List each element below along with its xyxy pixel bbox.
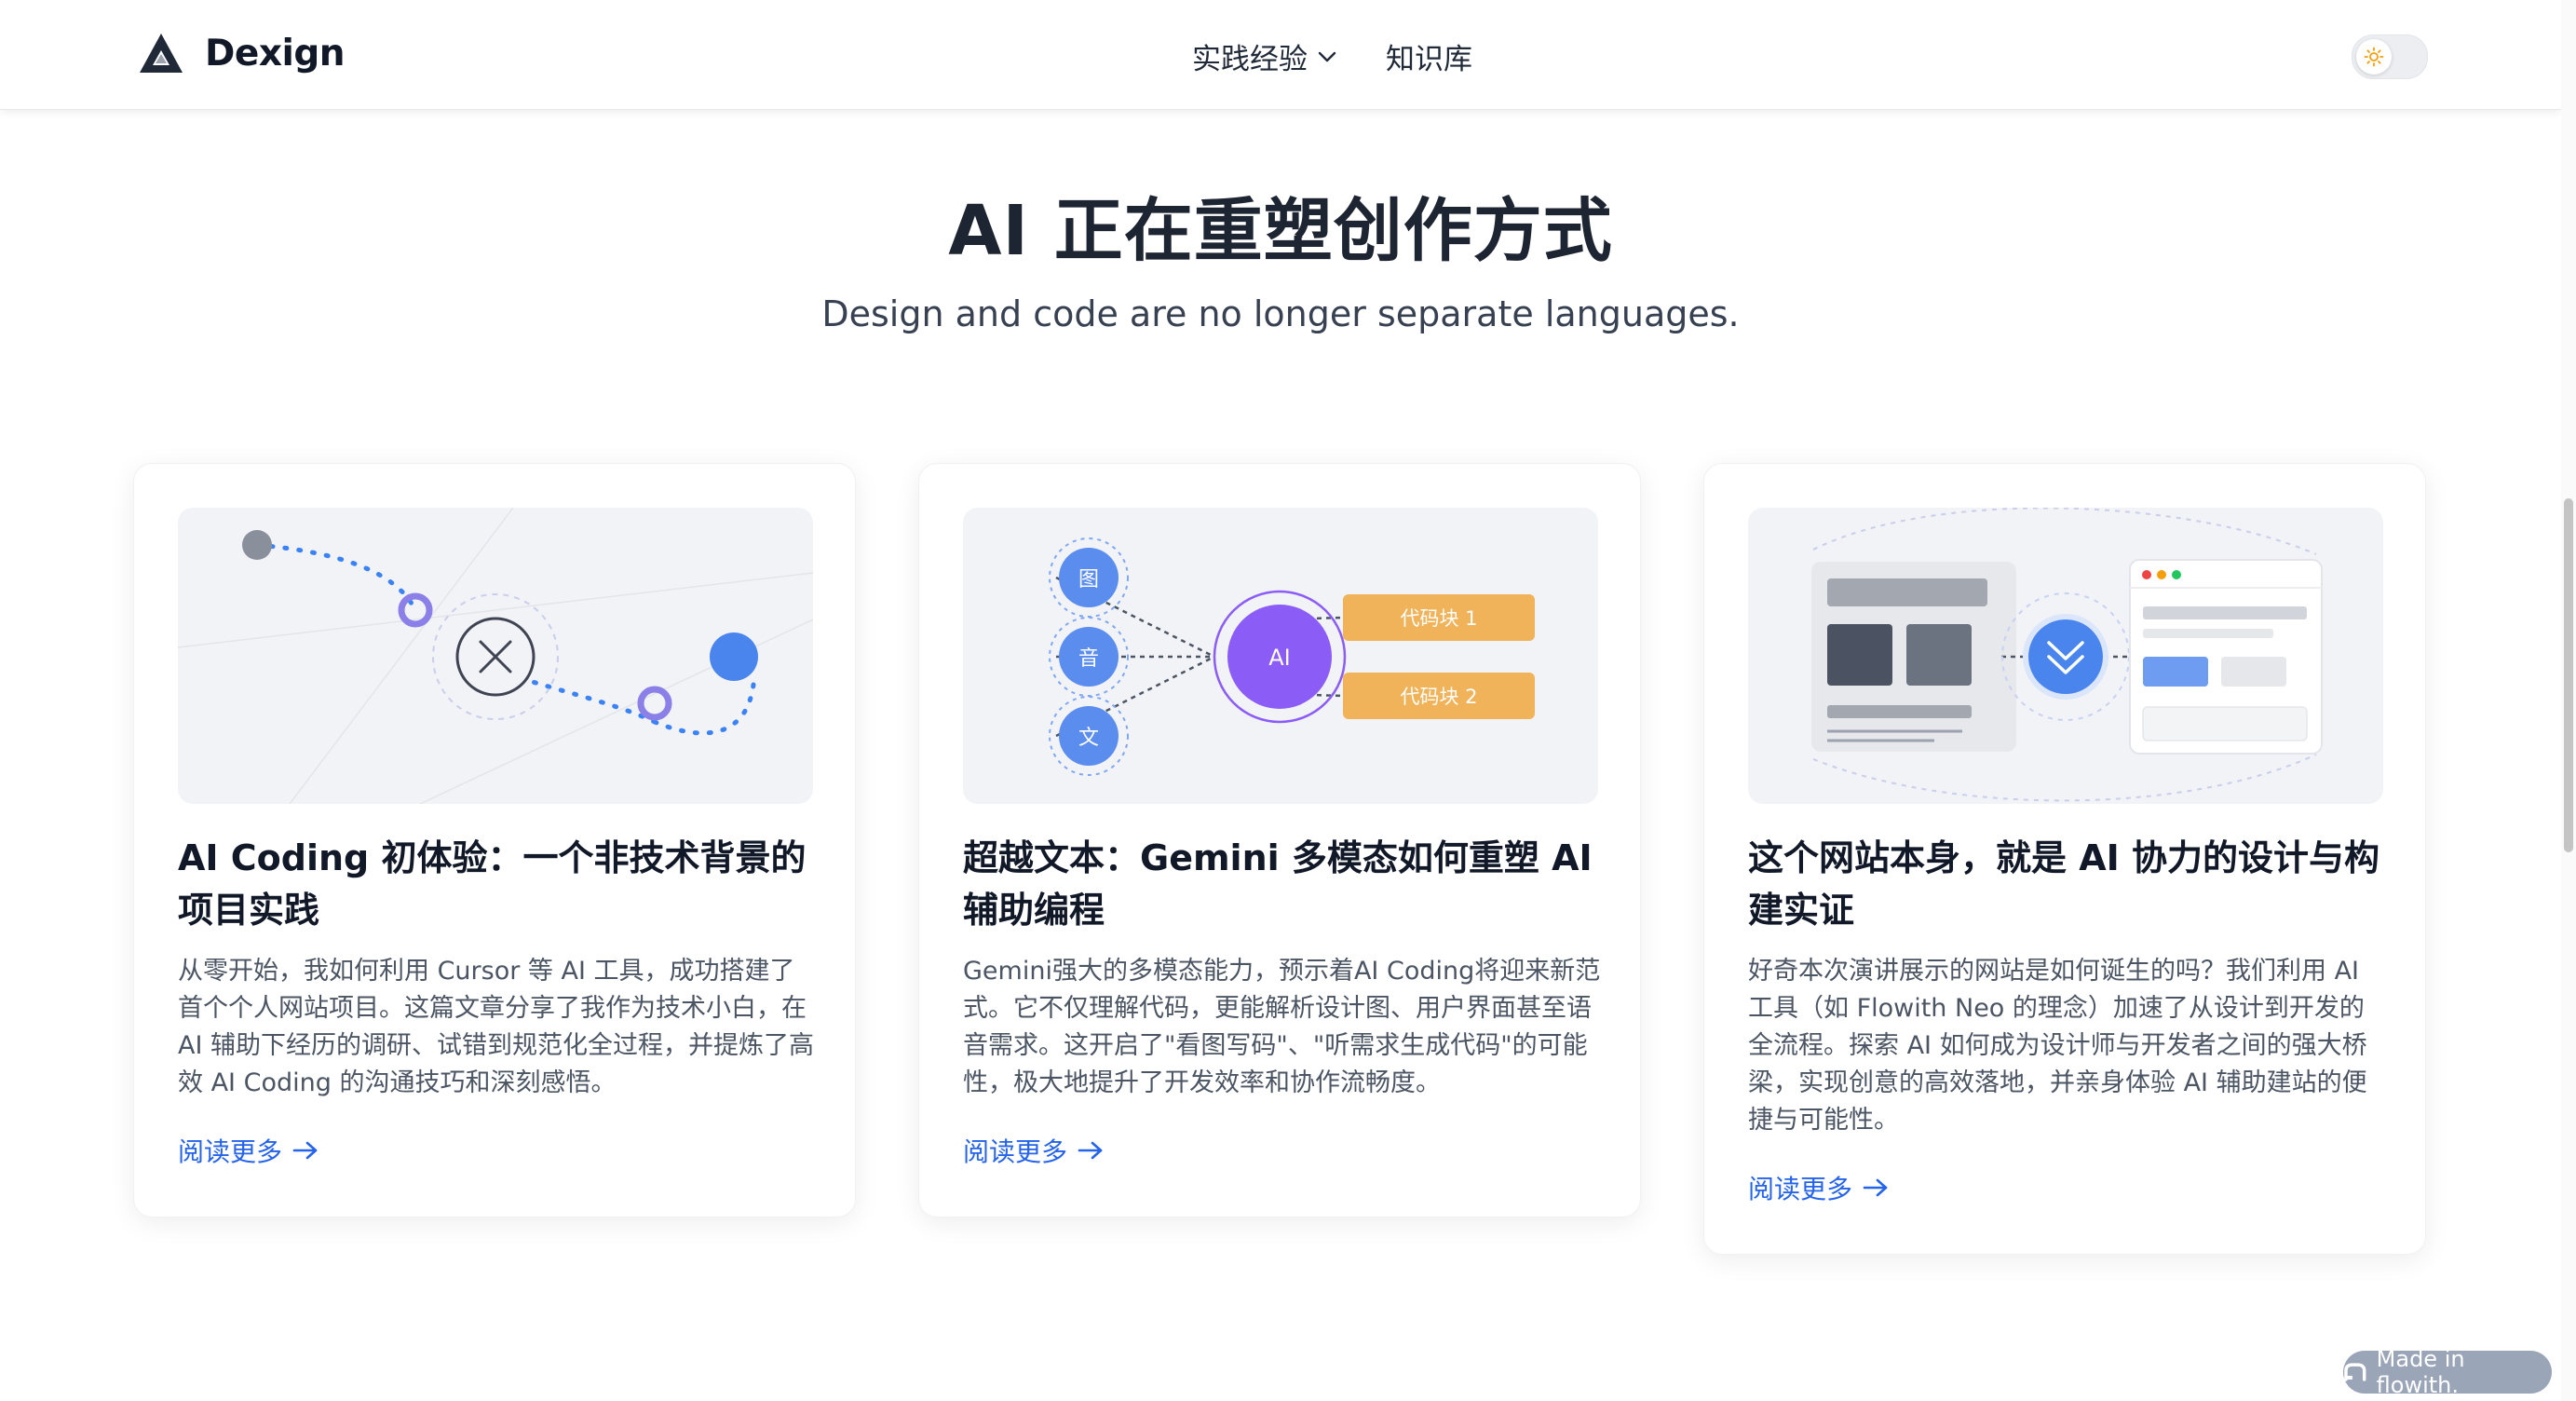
card-illustration-path (178, 508, 813, 804)
input-node-audio: 音 (1049, 617, 1129, 697)
input-label: 音 (1078, 647, 1099, 671)
output-label: 代码块 1 (1400, 607, 1477, 630)
ai-label: AI (1268, 645, 1291, 671)
scrollbar-thumb[interactable] (2564, 498, 2573, 852)
toggle-knob (2356, 39, 2392, 75)
brand-logo[interactable]: Dexign (138, 32, 346, 75)
wireframe-panel (1811, 562, 2016, 752)
brand-name: Dexign (205, 32, 346, 75)
hero-subtitle: Design and code are no longer separate l… (821, 293, 1740, 334)
hero-title: AI 正在重塑创作方式 (948, 191, 1613, 271)
card-title: AI Coding 初体验：一个非技术背景的项目实践 (178, 837, 807, 931)
input-node-image: 图 (1049, 537, 1129, 618)
read-more-label: 阅读更多 (963, 1136, 1068, 1167)
nav-item-knowledge-base[interactable]: 知识库 (1386, 35, 1472, 77)
arrow-right-icon (1078, 1141, 1103, 1160)
top-nav-bar: Dexign 实践经验 知识库 (0, 0, 2561, 110)
output-code-block-1: 代码块 1 (1343, 594, 1535, 641)
flowith-logo-icon (2344, 1363, 2366, 1381)
browser-mockup (2129, 559, 2323, 755)
input-node-text: 文 (1049, 696, 1129, 776)
card-illustration-multimodal: 图 音 文 AI 代码块 1 代码块 2 (963, 508, 1598, 804)
nav-item-label: 知识库 (1386, 43, 1472, 76)
card-title: 这个网站本身，就是 AI 协力的设计与构建实证 (1748, 837, 2380, 931)
card-illustration-design-to-code (1748, 508, 2383, 804)
ai-core-node: AI (1213, 590, 1347, 724)
input-label: 文 (1078, 727, 1099, 750)
read-more-link[interactable]: 阅读更多 (1748, 1169, 1890, 1206)
read-more-link[interactable]: 阅读更多 (963, 1132, 1105, 1169)
path-illustration (178, 508, 813, 804)
read-more-label: 阅读更多 (178, 1136, 283, 1167)
card-description: Gemini强大的多模态能力，预示着AI Coding将迎来新范式。它不仅理解代… (963, 957, 1601, 1097)
card-title: 超越文本：Gemini 多模态如何重塑 AI 辅助编程 (963, 837, 1593, 931)
article-card-website[interactable]: 这个网站本身，就是 AI 协力的设计与构建实证 好奇本次演讲展示的网站是如何诞生… (1703, 463, 2426, 1255)
card-description: 好奇本次演讲展示的网站是如何诞生的吗？我们利用 AI 工具（如 Flowith … (1748, 957, 2367, 1135)
article-card-gemini[interactable]: 图 音 文 AI 代码块 1 代码块 2 超越文本：Gemini 多模态如何重塑… (918, 463, 1641, 1217)
page-scrollbar[interactable] (2561, 0, 2576, 1401)
start-node (242, 530, 272, 560)
badge-label: Made in flowith. (2376, 1346, 2465, 1398)
nav-item-label: 实践经验 (1192, 43, 1308, 76)
arrow-right-icon (1863, 1178, 1888, 1197)
multimodal-diagram: 图 音 文 AI 代码块 1 代码块 2 (1049, 537, 1535, 776)
theme-toggle[interactable] (2352, 34, 2428, 79)
made-in-flowith-badge[interactable]: Made in flowith. (2343, 1346, 2552, 1398)
main-nav: 实践经验 知识库 (1192, 35, 1472, 77)
read-more-link[interactable]: 阅读更多 (178, 1132, 319, 1169)
card-description: 从零开始，我如何利用 Cursor 等 AI 工具，成功搭建了首个个人网站项目。… (178, 957, 815, 1097)
read-more-label: 阅读更多 (1748, 1174, 1853, 1204)
output-code-block-2: 代码块 2 (1343, 673, 1535, 719)
design-to-web-illustration (1811, 508, 2323, 802)
article-card-ai-coding[interactable]: AI Coding 初体验：一个非技术背景的项目实践 从零开始，我如何利用 Cu… (133, 463, 856, 1217)
nav-item-practice[interactable]: 实践经验 (1192, 35, 1337, 77)
arrow-right-icon (292, 1141, 318, 1160)
chevron-down-icon (1318, 51, 1336, 61)
output-label: 代码块 2 (1400, 686, 1477, 708)
input-label: 图 (1078, 568, 1099, 592)
sun-icon (2364, 47, 2384, 67)
end-node (710, 632, 758, 681)
logo-mountain-icon (140, 34, 183, 73)
